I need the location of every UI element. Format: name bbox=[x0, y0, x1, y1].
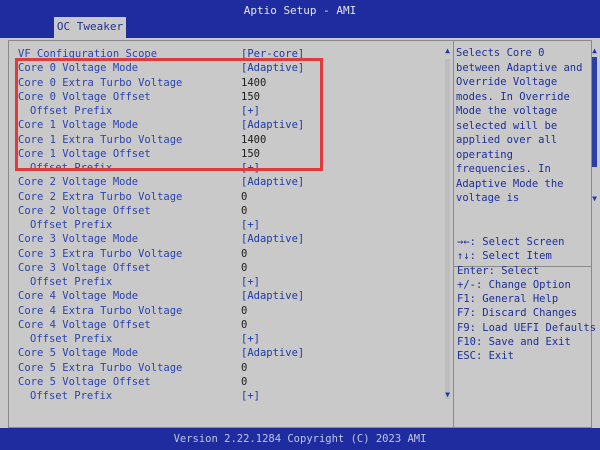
selection-highlight-box bbox=[15, 58, 323, 171]
setting-row[interactable]: Offset Prefix [+] bbox=[9, 218, 439, 232]
key-hint: F9: Load UEFI Defaults bbox=[457, 321, 597, 334]
help-scroll-up-icon[interactable]: ▲ bbox=[590, 47, 599, 55]
setting-label: Core 2 Voltage Offset bbox=[18, 204, 151, 217]
setting-value[interactable]: [+] bbox=[241, 332, 260, 346]
setting-row[interactable]: Core 3 Extra Turbo Voltage 0 bbox=[9, 247, 439, 261]
setting-row[interactable]: Core 4 Extra Turbo Voltage 0 bbox=[9, 304, 439, 318]
tab-oc-tweaker[interactable]: OC Tweaker bbox=[54, 17, 126, 38]
setting-value[interactable]: [Adaptive] bbox=[241, 232, 304, 246]
setting-value[interactable]: [+] bbox=[241, 389, 260, 403]
setting-value[interactable]: [Adaptive] bbox=[241, 289, 304, 303]
key-hint: F7: Discard Changes bbox=[457, 307, 578, 320]
setting-row[interactable]: Core 3 Voltage Mode [Adaptive] bbox=[9, 232, 439, 246]
settings-scrollbar[interactable]: ▲ ▼ bbox=[443, 47, 452, 399]
key-hint: +/-: Change Option bbox=[457, 278, 571, 291]
setting-row[interactable]: Core 5 Voltage Mode [Adaptive] bbox=[9, 346, 439, 360]
help-scrollbar[interactable]: ▲ ▼ bbox=[590, 47, 599, 203]
setting-row[interactable]: Core 2 Voltage Offset 0 bbox=[9, 204, 439, 218]
setting-row[interactable]: Offset Prefix [+] bbox=[9, 332, 439, 346]
help-scroll-thumb[interactable] bbox=[592, 57, 597, 167]
footer-version: Version 2.22.1284 Copyright (C) 2023 AMI bbox=[0, 428, 600, 450]
setting-label: Offset Prefix bbox=[30, 333, 113, 345]
setting-label: Core 2 Voltage Mode bbox=[18, 176, 139, 189]
setting-label: Offset Prefix bbox=[30, 276, 113, 288]
setting-label: Core 5 Voltage Offset bbox=[18, 375, 151, 388]
setting-label: Core 4 Extra Turbo Voltage bbox=[18, 304, 183, 317]
key-hint: F1: General Help bbox=[457, 293, 559, 306]
setting-label: Offset Prefix bbox=[30, 219, 113, 231]
setting-value[interactable]: [Adaptive] bbox=[241, 175, 304, 189]
key-hint: ESC: Exit bbox=[457, 350, 514, 363]
panel-divider bbox=[453, 41, 454, 427]
setting-value[interactable]: 0 bbox=[241, 361, 247, 375]
setting-value[interactable]: 0 bbox=[241, 304, 247, 318]
setting-label: Core 3 Voltage Mode bbox=[18, 233, 139, 246]
setting-row[interactable]: Core 4 Voltage Offset 0 bbox=[9, 318, 439, 332]
setting-label: Core 4 Voltage Mode bbox=[18, 290, 139, 303]
setting-label: Offset Prefix bbox=[30, 390, 113, 402]
setting-value[interactable]: 0 bbox=[241, 204, 247, 218]
setting-label: Core 2 Extra Turbo Voltage bbox=[18, 190, 183, 203]
setting-value[interactable]: 0 bbox=[241, 261, 247, 275]
help-scroll-down-icon[interactable]: ▼ bbox=[590, 195, 599, 203]
setting-value[interactable]: [Adaptive] bbox=[241, 346, 304, 360]
setting-row[interactable]: Core 5 Voltage Offset 0 bbox=[9, 375, 439, 389]
setting-value[interactable]: [+] bbox=[241, 275, 260, 289]
key-legend: →←: Select Screen ↑↓: Select Item Enter: S… bbox=[457, 235, 597, 364]
setting-row[interactable]: Core 5 Extra Turbo Voltage 0 bbox=[9, 361, 439, 375]
setting-value[interactable]: 0 bbox=[241, 375, 247, 389]
setting-row[interactable]: Offset Prefix [+] bbox=[9, 275, 439, 289]
setting-label: Core 5 Extra Turbo Voltage bbox=[18, 361, 183, 374]
main-panel: VF Configuration Scope [Per-core] Core 0 V… bbox=[8, 40, 597, 428]
setting-row[interactable]: Offset Prefix [+] bbox=[9, 389, 439, 403]
key-hint: ↑↓: Select Item bbox=[457, 250, 552, 263]
scroll-thumb[interactable] bbox=[445, 59, 450, 399]
setting-value[interactable]: 0 bbox=[241, 318, 247, 332]
title-bar: Aptio Setup - AMI OC Tweaker bbox=[0, 0, 600, 38]
window-title: Aptio Setup - AMI bbox=[243, 4, 357, 17]
scroll-up-icon[interactable]: ▲ bbox=[443, 47, 452, 55]
setting-value[interactable]: 0 bbox=[241, 190, 247, 204]
key-hint: →←: Select Screen bbox=[457, 236, 565, 248]
setting-label: Core 4 Voltage Offset bbox=[18, 318, 151, 331]
setting-value[interactable]: 0 bbox=[241, 247, 247, 261]
key-hint: Enter: Select bbox=[457, 264, 540, 277]
setting-row[interactable]: Core 3 Voltage Offset 0 bbox=[9, 261, 439, 275]
setting-label: Core 5 Voltage Mode bbox=[18, 347, 139, 360]
setting-label: Core 3 Voltage Offset bbox=[18, 261, 151, 274]
scroll-down-icon[interactable]: ▼ bbox=[443, 391, 452, 399]
setting-row[interactable]: Core 2 Extra Turbo Voltage 0 bbox=[9, 190, 439, 204]
setting-row[interactable]: Core 2 Voltage Mode [Adaptive] bbox=[9, 175, 439, 189]
key-hint: F10: Save and Exit bbox=[457, 336, 571, 349]
setting-value[interactable]: [+] bbox=[241, 218, 260, 232]
setting-row[interactable]: Core 4 Voltage Mode [Adaptive] bbox=[9, 289, 439, 303]
setting-label: Core 3 Extra Turbo Voltage bbox=[18, 247, 183, 260]
help-text: Selects Core 0 between Adaptive and Over… bbox=[456, 47, 583, 204]
